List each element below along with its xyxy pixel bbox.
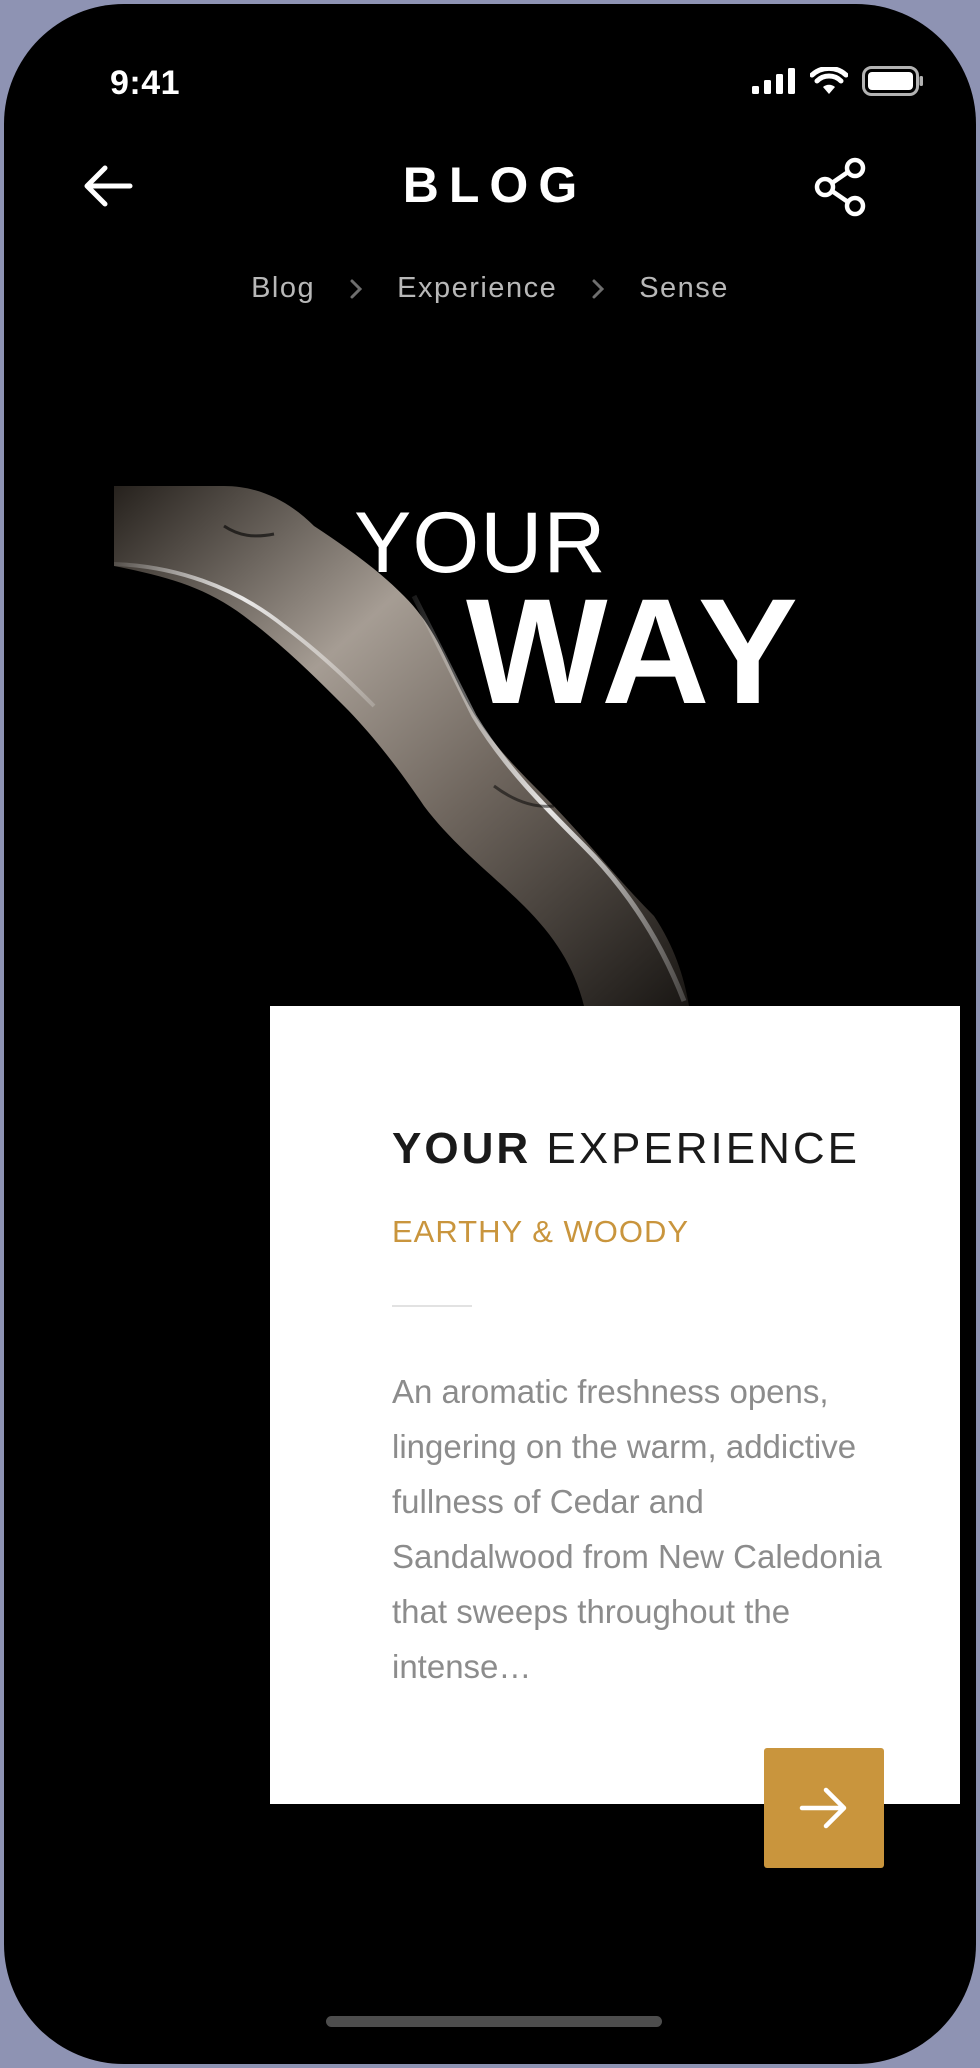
arrow-right-icon bbox=[799, 1787, 847, 1829]
experience-card: YOUR EXPERIENCE EARTHY & WOODY An aromat… bbox=[270, 1006, 960, 1804]
home-indicator[interactable] bbox=[326, 2016, 662, 2027]
card-title-light: EXPERIENCE bbox=[546, 1124, 860, 1173]
breadcrumb-item-blog[interactable]: Blog bbox=[251, 272, 315, 305]
wifi-icon bbox=[810, 67, 848, 94]
read-more-button[interactable] bbox=[764, 1748, 884, 1868]
card-subtitle: EARTHY & WOODY bbox=[392, 1214, 690, 1249]
hero-headline-line2: WAY bbox=[466, 567, 800, 735]
cellular-signal-icon bbox=[752, 68, 795, 94]
chevron-right-icon bbox=[350, 279, 363, 298]
breadcrumb-item-sense[interactable]: Sense bbox=[639, 272, 729, 305]
share-icon bbox=[814, 157, 866, 217]
card-divider bbox=[392, 1305, 472, 1307]
card-title: YOUR EXPERIENCE bbox=[392, 1124, 860, 1174]
breadcrumb: Blog Experience Sense bbox=[4, 272, 976, 305]
status-time: 9:41 bbox=[110, 64, 181, 102]
chevron-right-icon bbox=[592, 279, 605, 298]
phone-screen: 9:41 BLOG Blog Experience Sense YOUR WAY… bbox=[4, 4, 976, 2064]
battery-icon bbox=[862, 66, 923, 96]
share-button[interactable] bbox=[806, 152, 876, 222]
card-title-bold: YOUR bbox=[392, 1124, 532, 1173]
status-icons bbox=[752, 66, 924, 96]
breadcrumb-item-experience[interactable]: Experience bbox=[397, 272, 557, 305]
card-body-text: An aromatic freshness opens, lingering o… bbox=[392, 1373, 882, 1685]
